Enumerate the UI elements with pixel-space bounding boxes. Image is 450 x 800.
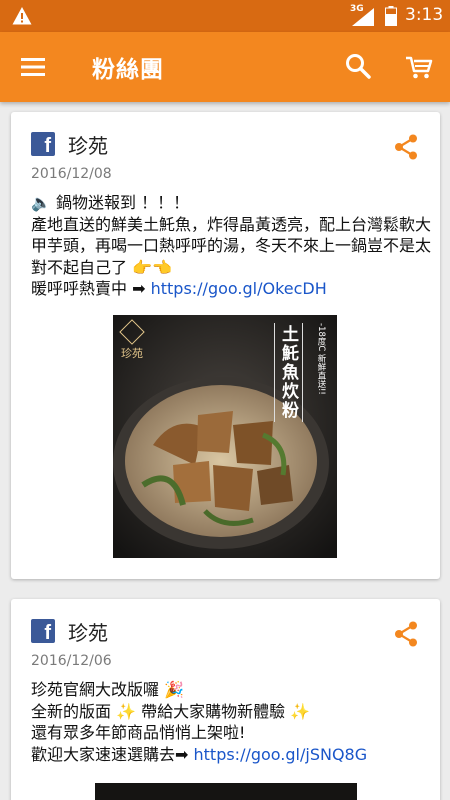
battery-icon xyxy=(385,6,397,26)
status-time: 3:13 xyxy=(405,5,444,25)
share-icon[interactable] xyxy=(394,134,418,160)
cart-icon[interactable] xyxy=(404,52,434,82)
post-image[interactable] xyxy=(95,783,357,800)
post-card: f 珍苑 2016/12/08 🔈 鍋物迷報到 ！！！ 產地直送的鮮美土魠魚，炸… xyxy=(11,112,440,579)
post-date: 2016/12/08 xyxy=(31,166,112,182)
post-line: 🔈 鍋物迷報到 ！！！ xyxy=(31,193,190,212)
menu-icon[interactable] xyxy=(18,52,48,82)
image-subtitle: -18度C 新鮮直送!! xyxy=(316,323,326,395)
facebook-icon: f xyxy=(31,619,55,643)
share-icon[interactable] xyxy=(394,621,418,647)
post-line: 暖呼呼熱賣中 ➡ https://goo.gl/OkecDH xyxy=(31,279,327,298)
post-author[interactable]: 珍苑 xyxy=(68,617,108,646)
brand-logo: 珍苑 xyxy=(119,319,145,361)
warning-icon xyxy=(12,7,32,25)
app-title: 粉絲團 xyxy=(92,57,164,83)
post-line: 歡迎大家速速選購去➡ https://goo.gl/jSNQ8G xyxy=(31,744,368,764)
image-title: 土魠魚炊粉 xyxy=(274,323,303,422)
post-card: f 珍苑 2016/12/06 珍苑官網大改版囉 🎉 全新的版面 ✨ 帶給大家購… xyxy=(11,599,440,800)
post-date: 2016/12/06 xyxy=(31,653,112,669)
post-line: 珍苑官網大改版囉 🎉 xyxy=(31,680,185,699)
post-body: 珍苑官網大改版囉 🎉 全新的版面 ✨ 帶給大家購物新體驗 ✨ 還有眾多年節商品悄… xyxy=(31,679,431,765)
food-photo xyxy=(113,315,337,558)
post-image[interactable]: 珍苑 土魠魚炊粉 -18度C 新鮮直送!! xyxy=(113,315,337,558)
signal-icon xyxy=(352,8,374,26)
post-link[interactable]: https://goo.gl/OkecDH xyxy=(151,279,327,298)
post-line: 產地直送的鮮美土魠魚，炸得晶黃透亮，配上台灣鬆軟大甲芋頭，再喝一口熱呼呼的湯，冬… xyxy=(31,214,432,277)
search-icon[interactable] xyxy=(344,52,372,80)
status-bar: 3G 3:13 xyxy=(0,0,450,32)
facebook-icon: f xyxy=(31,132,55,156)
post-body: 🔈 鍋物迷報到 ！！！ 產地直送的鮮美土魠魚，炸得晶黃透亮，配上台灣鬆軟大甲芋頭… xyxy=(31,192,431,300)
post-link[interactable]: https://goo.gl/jSNQ8G xyxy=(194,745,368,764)
post-line: 全新的版面 ✨ 帶給大家購物新體驗 ✨ xyxy=(31,701,311,721)
post-author[interactable]: 珍苑 xyxy=(68,130,108,159)
app-bar: 粉絲團 xyxy=(0,32,450,102)
pointing-hands-icon: 👉👈 xyxy=(132,257,172,277)
post-line: 還有眾多年節商品悄悄上架啦! xyxy=(31,723,246,742)
